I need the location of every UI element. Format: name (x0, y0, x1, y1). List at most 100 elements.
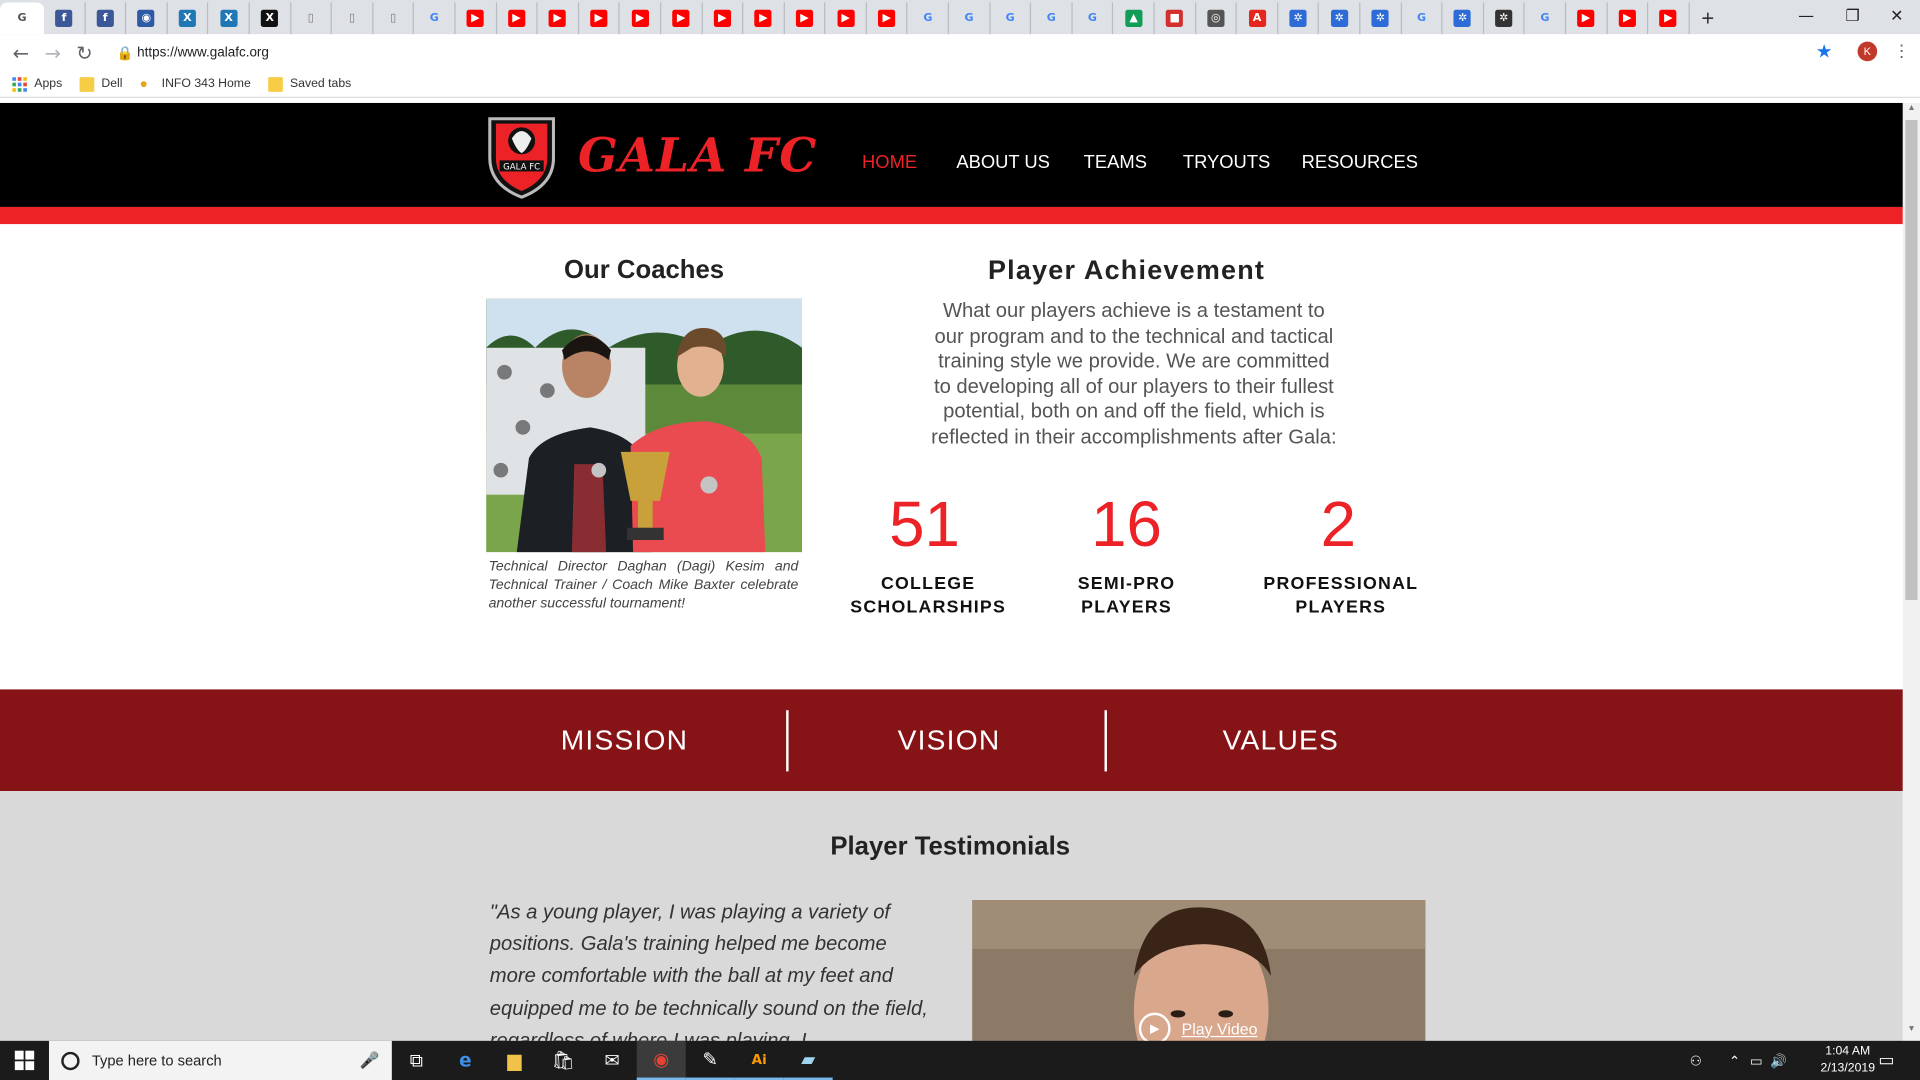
tab-youtube[interactable]: ▶ (1648, 2, 1690, 35)
forward-button[interactable]: → (37, 37, 69, 69)
nav-about-us[interactable]: ABOUT US (956, 152, 1050, 173)
microphone-icon[interactable]: 🎤 (360, 1051, 380, 1071)
tab-facebook[interactable]: f (85, 2, 127, 35)
store-icon[interactable]: 🛍 (539, 1041, 588, 1080)
tab-google[interactable]: G (1402, 2, 1443, 35)
gala-crest-logo[interactable]: GALA FC (485, 114, 558, 200)
tab-google[interactable]: G (1072, 2, 1114, 35)
doc-favicon-icon: ▯ (390, 12, 397, 25)
folder-icon (79, 76, 95, 92)
tab-youtube[interactable]: ▶ (455, 2, 497, 35)
bookmark-label: Saved tabs (290, 77, 352, 91)
tab-app[interactable]: ■ (1155, 2, 1196, 35)
tab-x[interactable]: X (250, 2, 291, 35)
tab-youtube[interactable]: ▶ (743, 2, 785, 35)
tab-facebook[interactable]: f (44, 2, 86, 35)
band-vision[interactable]: VISION (863, 724, 1034, 757)
scroll-down-arrow[interactable]: ▼ (1903, 1025, 1920, 1040)
tab-google[interactable]: G (990, 2, 1032, 35)
file-explorer-icon[interactable]: ▆ (490, 1041, 539, 1080)
tab-x[interactable]: X (167, 2, 209, 35)
start-button[interactable] (0, 1041, 49, 1080)
volume-icon[interactable]: 🔊 (1770, 1052, 1787, 1069)
tab-app[interactable]: ✲ (1360, 2, 1402, 35)
taskbar-clock[interactable]: 1:04 AM 2/13/2019 (1812, 1043, 1883, 1077)
brand-wordmark[interactable]: GALA FC (578, 127, 818, 182)
task-view-icon[interactable]: ⧉ (392, 1041, 441, 1080)
tab-youtube[interactable]: ▶ (702, 2, 744, 35)
menu-kebab-icon[interactable]: ⋮ (1893, 40, 1910, 61)
tab-google[interactable]: G (908, 2, 950, 35)
app-pen-icon[interactable]: ✎ (685, 1041, 735, 1080)
back-button[interactable]: ← (5, 37, 37, 69)
reload-button[interactable]: ↻ (69, 37, 101, 69)
band-values[interactable]: VALUES (1195, 724, 1366, 757)
tab-google[interactable]: G (1525, 2, 1567, 35)
facebook-favicon-icon: f (55, 9, 73, 27)
scroll-up-arrow[interactable]: ▲ (1903, 104, 1920, 119)
tab-youtube[interactable]: ▶ (620, 2, 662, 35)
notepad-icon[interactable]: ▰ (783, 1041, 833, 1080)
tab-youtube[interactable]: ▶ (1607, 2, 1649, 35)
illustrator-icon[interactable]: Ai (734, 1041, 784, 1080)
coaches-caption: Technical Director Daghan (Dagi) Kesim a… (488, 559, 799, 612)
tab-google[interactable]: G (414, 2, 456, 35)
tab-doc[interactable]: ▯ (291, 2, 333, 35)
chrome-taskbar-icon[interactable]: ◉ (636, 1040, 686, 1080)
tab-youtube[interactable]: ▶ (1566, 2, 1608, 35)
tab-drive[interactable]: ▲ (1114, 2, 1155, 35)
tab-app[interactable]: ✲ (1278, 2, 1320, 35)
people-icon[interactable]: ⚇ (1690, 1052, 1702, 1069)
tab-youtube[interactable]: ▶ (826, 2, 867, 35)
network-icon[interactable]: ▭ (1750, 1052, 1763, 1069)
achievement-text: What our players achieve is a testament … (931, 300, 1337, 448)
google-favicon-icon: G (1005, 12, 1015, 25)
header-red-stripe (0, 206, 1903, 225)
tab-x[interactable]: X (209, 2, 250, 35)
chevron-up-icon[interactable]: ⌃ (1729, 1052, 1740, 1069)
tab-youtube[interactable]: ▶ (867, 2, 908, 35)
tab-youtube[interactable]: ▶ (785, 2, 826, 35)
address-bar[interactable]: 🔒 https://www.galafc.org (112, 37, 1840, 68)
bookmark-apps[interactable]: Apps (12, 76, 62, 92)
cortana-circle-icon (61, 1051, 80, 1070)
bookmark-saved-tabs[interactable]: Saved tabs (267, 76, 352, 92)
tab-app[interactable]: ✲ (1484, 2, 1525, 35)
taskbar-search[interactable]: Type here to search 🎤 (48, 1040, 392, 1080)
tab-youtube[interactable]: ▶ (497, 2, 538, 35)
tab-youtube[interactable]: ▶ (538, 2, 579, 35)
tab-google[interactable]: G (949, 2, 991, 35)
new-tab-button[interactable]: + (1690, 2, 1727, 34)
doc-favicon-icon: ▯ (348, 12, 356, 25)
tab-youtube[interactable]: ▶ (579, 2, 620, 35)
tab-youtube[interactable]: ▶ (661, 2, 703, 35)
edge-icon[interactable]: e (441, 1041, 490, 1080)
bookmark-star-icon[interactable]: ★ (1816, 40, 1832, 63)
nav-teams[interactable]: TEAMS (1084, 152, 1147, 173)
close-window-button[interactable]: ✕ (1869, 0, 1920, 32)
tab-app[interactable]: ◉ (126, 2, 168, 35)
play-video-control[interactable]: ▶ Play Video (1138, 1012, 1257, 1041)
nav-resources[interactable]: RESOURCES (1302, 152, 1418, 173)
tab-adobe[interactable]: A (1237, 2, 1279, 35)
notifications-icon[interactable]: ▭ (1878, 1049, 1894, 1070)
bookmark-dell[interactable]: Dell (79, 76, 122, 92)
system-tray: ⚇ ⌃ ▭ 🔊 (1690, 1041, 1787, 1080)
scrollbar-thumb[interactable] (1905, 120, 1918, 601)
bookmark-info343[interactable]: ● INFO 343 Home (140, 77, 251, 92)
testimonial-video[interactable]: ▶ Play Video (972, 900, 1426, 1041)
tab-active[interactable]: G (0, 2, 45, 35)
tab-app[interactable]: ✲ (1319, 2, 1361, 35)
tab-app[interactable]: ✲ (1443, 2, 1484, 35)
nav-tryouts[interactable]: TRYOUTS (1183, 152, 1270, 173)
band-mission[interactable]: MISSION (539, 724, 710, 757)
tab-doc[interactable]: ▯ (373, 2, 415, 35)
nav-home[interactable]: HOME (862, 152, 917, 173)
profile-avatar[interactable]: K (1857, 41, 1878, 62)
clock-date: 2/13/2019 (1820, 1061, 1876, 1076)
page-scrollbar[interactable]: ▲ ▼ (1902, 102, 1920, 1041)
tab-doc[interactable]: ▯ (332, 2, 374, 35)
mail-icon[interactable]: ✉ (588, 1041, 637, 1080)
tab-app[interactable]: ◎ (1196, 2, 1238, 35)
tab-google[interactable]: G (1031, 2, 1073, 35)
